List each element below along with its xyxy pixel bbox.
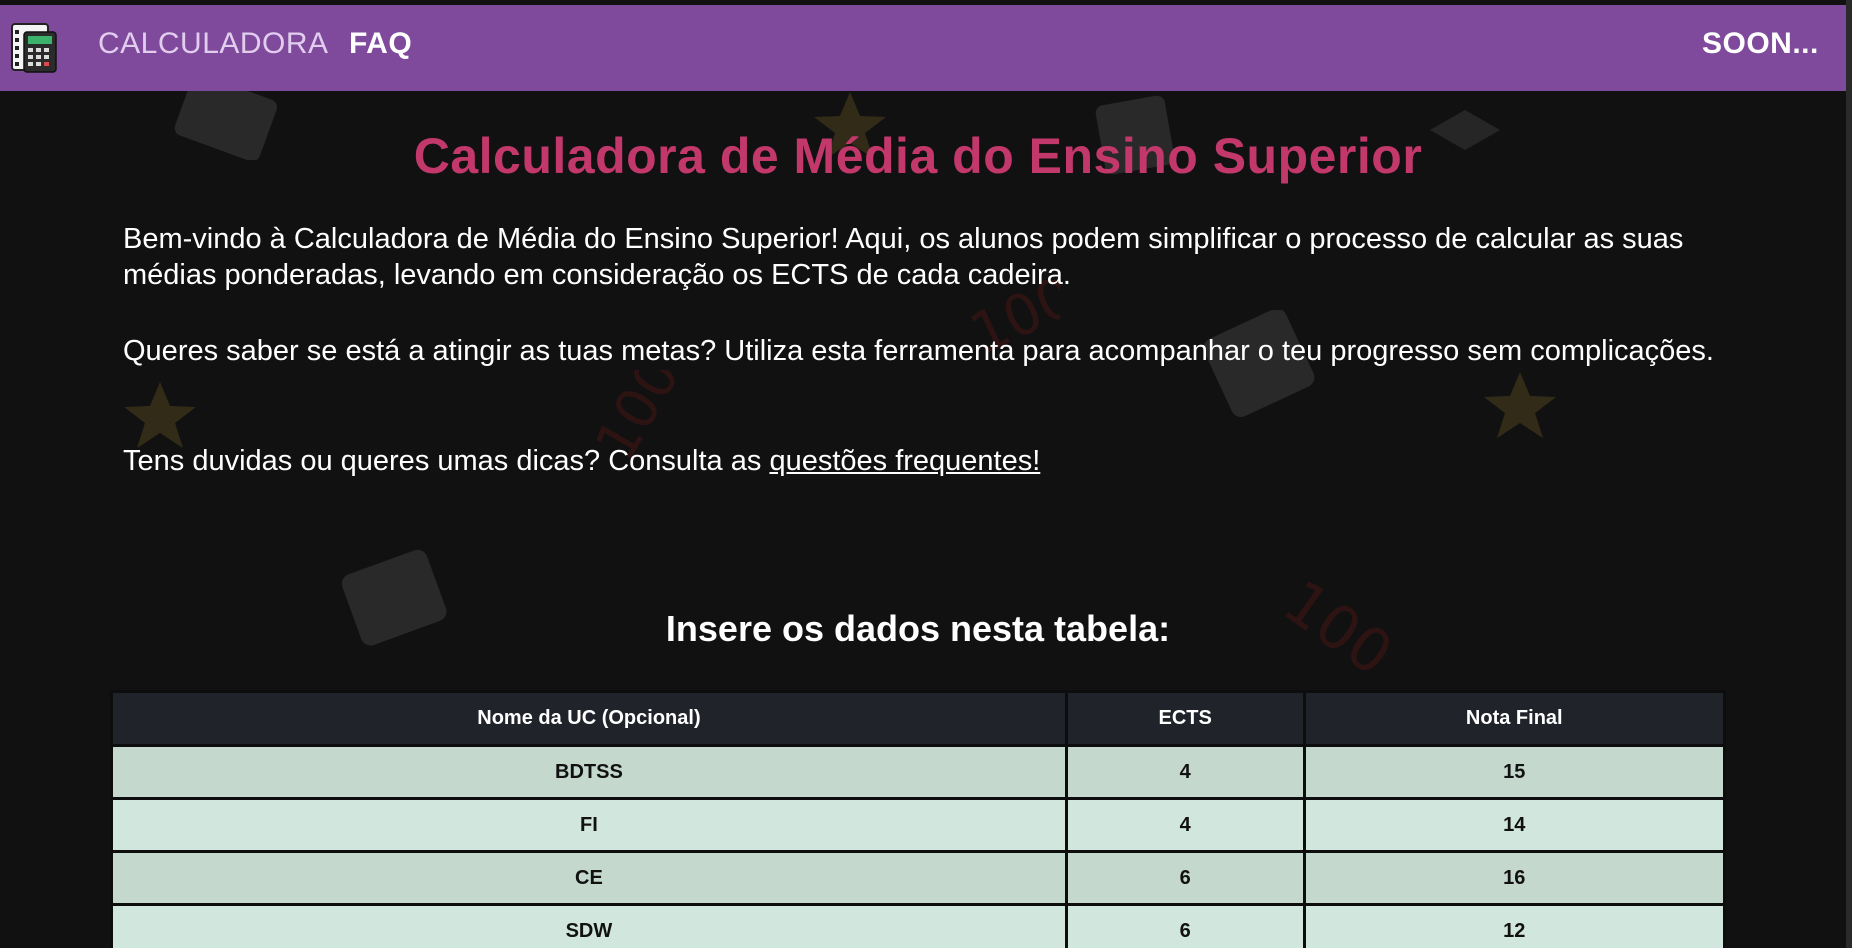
page-title: Calculadora de Média do Ensino Superior [413, 128, 1423, 184]
page-scrollbar[interactable] [1846, 0, 1852, 948]
ects-cell[interactable]: 4 [1064, 744, 1306, 800]
table-row: BDTSS 4 15 [110, 744, 1727, 800]
column-header-final-grade: Nota Final [1302, 690, 1727, 747]
intro-paragraph: Bem-vindo à Calculadora de Média do Ensi… [123, 223, 1684, 291]
column-header-ects: ECTS [1064, 690, 1306, 747]
calculator-logo-icon[interactable] [10, 22, 58, 74]
nav-item-faq[interactable]: FAQ [349, 27, 412, 61]
top-navbar: CALCULADORA FAQ SOON... [0, 5, 1846, 91]
ects-cell[interactable]: 4 [1064, 797, 1306, 853]
final-grade-cell[interactable]: 15 [1302, 744, 1727, 800]
column-header-uc-name: Nome da UC (Opcional) [110, 690, 1068, 747]
uc-name-cell[interactable]: FI [110, 797, 1068, 853]
uc-name-cell[interactable]: CE [110, 850, 1068, 906]
final-grade-cell[interactable]: 12 [1302, 903, 1727, 948]
goals-paragraph: Queres saber se está a atingir as tuas m… [123, 335, 1714, 367]
table-heading: Insere os dados nesta tabela: [665, 608, 1171, 649]
grades-table: Nome da UC (Opcional) ECTS Nota Final BD… [110, 690, 1727, 948]
ects-cell[interactable]: 6 [1064, 850, 1306, 906]
faq-paragraph: Tens duvidas ou queres umas dicas? Consu… [123, 443, 1723, 479]
final-grade-cell[interactable]: 14 [1302, 797, 1727, 853]
ects-cell[interactable]: 6 [1064, 903, 1306, 948]
table-row: CE 6 16 [110, 850, 1727, 906]
nav-item-calculadora[interactable]: CALCULADORA [98, 27, 329, 61]
nav-item-soon[interactable]: SOON... [1702, 27, 1819, 61]
table-row: FI 4 14 [110, 797, 1727, 853]
uc-name-cell[interactable]: BDTSS [110, 744, 1068, 800]
faq-link[interactable]: questões frequentes! [769, 445, 1040, 477]
table-row: SDW 6 12 [110, 903, 1727, 948]
table-header-row: Nome da UC (Opcional) ECTS Nota Final [110, 690, 1727, 747]
star-bg-icon [1484, 372, 1556, 438]
final-grade-cell[interactable]: 16 [1302, 850, 1727, 906]
uc-name-cell[interactable]: SDW [110, 903, 1068, 948]
faq-prompt-text: Tens duvidas ou queres umas dicas? Consu… [123, 445, 770, 477]
